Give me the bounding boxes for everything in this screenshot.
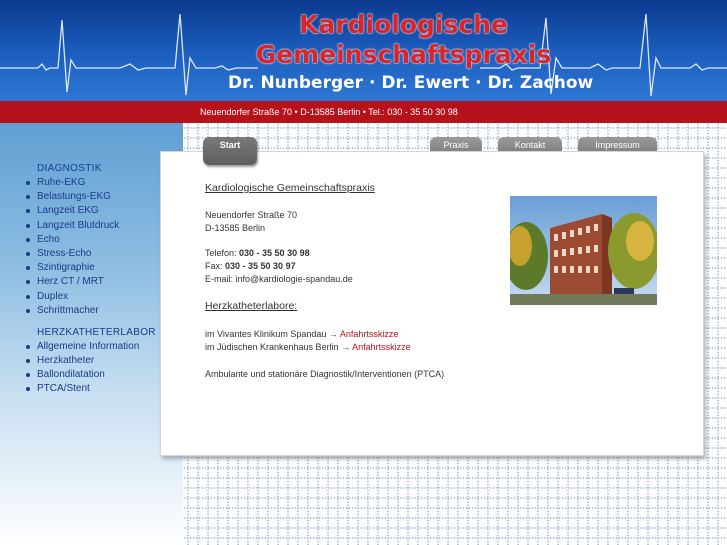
sidebar-nav: DIAGNOSTIK Ruhe-EKG Belastungs-EKG Langz…	[26, 163, 156, 397]
services-text: Ambulante und stationäre Diagnostik/Inte…	[205, 369, 445, 379]
phone-line: Telefon: 030 - 35 50 30 98	[205, 248, 310, 258]
phone-label: Telefon:	[205, 248, 240, 258]
sidebar-item-ballondilatation[interactable]: Ballondilatation	[26, 368, 156, 382]
sidebar-item-ptca-stent[interactable]: PTCA/Stent	[26, 382, 156, 396]
sidebar-item-stress-echo[interactable]: Stress-Echo	[26, 247, 156, 261]
sidebar-item-belastungs-ekg[interactable]: Belastungs-EKG	[26, 190, 156, 204]
lab1-line: im Vivantes Klinikum Spandau → Anfahrtss…	[205, 329, 398, 339]
address-bar: Neuendorfer Straße 70 • D-13585 Berlin •…	[0, 101, 727, 123]
lab2-text: im Jüdischen Krankenhaus Berlin	[205, 342, 342, 352]
email-line[interactable]: E-mail: info@kardiologie-spandau.de	[205, 274, 353, 284]
sidebar-item-langzeit-ekg[interactable]: Langzeit EKG	[26, 204, 156, 218]
address-bar-text: Neuendorfer Straße 70 • D-13585 Berlin •…	[200, 107, 458, 117]
sidebar-item-langzeit-blutdruck[interactable]: Langzeit Blutdruck	[26, 219, 156, 233]
fax-label: Fax:	[205, 261, 226, 271]
lab2-line: im Jüdischen Krankenhaus Berlin → Anfahr…	[205, 342, 411, 352]
site-title-line1: Kardiologische	[299, 10, 508, 39]
sidebar-item-herz-ct-mrt[interactable]: Herz CT / MRT	[26, 275, 156, 289]
address-city: D-13585 Berlin	[205, 223, 266, 233]
phone-number: 030 - 35 50 30 98	[239, 248, 310, 258]
lab1-directions-link[interactable]: → Anfahrtsskizze	[329, 329, 399, 339]
sidebar-list-herzkatheterlabor: Allgemeine Information Herzkatheter Ball…	[26, 340, 156, 397]
tab-start[interactable]: Start	[203, 137, 257, 165]
sidebar-item-schrittmacher[interactable]: Schrittmacher	[26, 304, 156, 318]
sidebar-section-diagnostik: DIAGNOSTIK	[37, 163, 102, 174]
address-street: Neuendorfer Straße 70	[205, 210, 298, 220]
content-title: Kardiologische Gemeinschaftspraxis	[205, 182, 375, 194]
sidebar-item-allgemeine-information[interactable]: Allgemeine Information	[26, 340, 156, 354]
doctors-names: Dr. Nunberger · Dr. Ewert · Dr. Zachow	[228, 73, 594, 93]
lab1-text: im Vivantes Klinikum Spandau	[205, 329, 329, 339]
sidebar-item-echo[interactable]: Echo	[26, 233, 156, 247]
sidebar-item-szintigraphie[interactable]: Szintigraphie	[26, 261, 156, 275]
site-header: Kardiologische Gemeinschaftspraxis Dr. N…	[0, 0, 727, 101]
sidebar-item-herzkatheter[interactable]: Herzkatheter	[26, 354, 156, 368]
sidebar-item-ruhe-ekg[interactable]: Ruhe-EKG	[26, 176, 156, 190]
practice-building-photo	[510, 196, 657, 305]
fax-line: Fax: 030 - 35 50 30 97	[205, 261, 296, 271]
lab2-directions-link[interactable]: → Anfahrtsskizze	[341, 342, 411, 352]
labs-heading: Herzkatheterlabore:	[205, 300, 298, 312]
fax-number: 030 - 35 50 30 97	[225, 261, 296, 271]
site-title-line2: Gemeinschaftspraxis	[255, 40, 552, 69]
sidebar-section-herzkatheterlabor: HERZKATHETERLABOR	[37, 326, 156, 338]
sidebar-list-diagnostik: Ruhe-EKG Belastungs-EKG Langzeit EKG Lan…	[26, 176, 156, 318]
sidebar-item-duplex[interactable]: Duplex	[26, 290, 156, 304]
